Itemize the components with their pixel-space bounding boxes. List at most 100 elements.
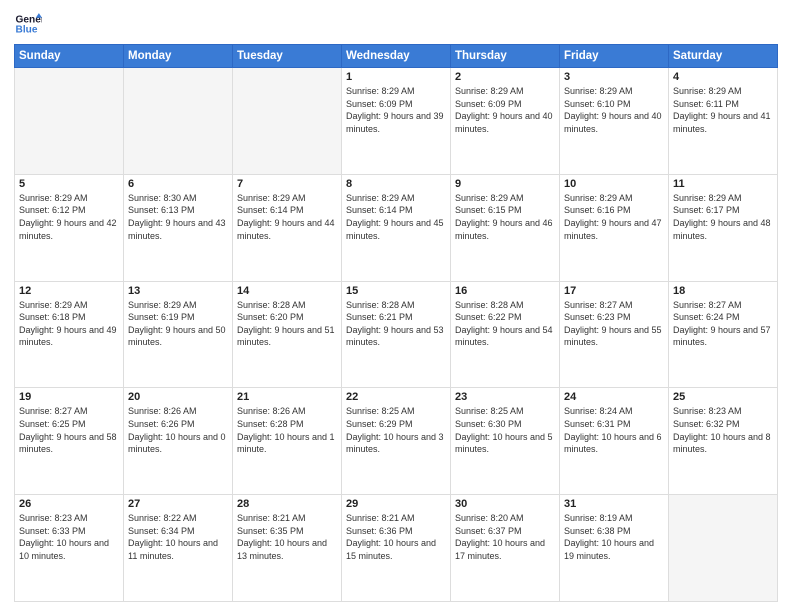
day-info: Sunrise: 8:28 AM Sunset: 6:22 PM Dayligh… [455,299,555,349]
week-row-5: 26 Sunrise: 8:23 AM Sunset: 6:33 PM Dayli… [15,495,778,602]
calendar-cell [124,68,233,175]
day-info: Sunrise: 8:29 AM Sunset: 6:14 PM Dayligh… [346,192,446,242]
day-number: 21 [237,391,337,403]
calendar-cell [669,495,778,602]
day-info: Sunrise: 8:29 AM Sunset: 6:19 PM Dayligh… [128,299,228,349]
calendar-cell: 11 Sunrise: 8:29 AM Sunset: 6:17 PM Dayli… [669,174,778,281]
day-number: 25 [673,391,773,403]
day-info: Sunrise: 8:20 AM Sunset: 6:37 PM Dayligh… [455,512,555,562]
day-number: 30 [455,498,555,510]
day-number: 3 [564,71,664,83]
day-info: Sunrise: 8:29 AM Sunset: 6:09 PM Dayligh… [346,85,446,135]
weekday-header-sunday: Sunday [15,45,124,68]
calendar-cell: 21 Sunrise: 8:26 AM Sunset: 6:28 PM Dayli… [233,388,342,495]
day-number: 23 [455,391,555,403]
calendar-cell: 14 Sunrise: 8:28 AM Sunset: 6:20 PM Dayli… [233,281,342,388]
calendar-cell: 7 Sunrise: 8:29 AM Sunset: 6:14 PM Daylig… [233,174,342,281]
day-number: 31 [564,498,664,510]
calendar-cell: 31 Sunrise: 8:19 AM Sunset: 6:38 PM Dayli… [560,495,669,602]
day-number: 19 [19,391,119,403]
day-info: Sunrise: 8:27 AM Sunset: 6:23 PM Dayligh… [564,299,664,349]
svg-text:Blue: Blue [16,25,38,36]
day-info: Sunrise: 8:19 AM Sunset: 6:38 PM Dayligh… [564,512,664,562]
calendar-cell: 23Sunrise: 8:25 AM Sunset: 6:30 PM Dayli… [451,388,560,495]
day-number: 1 [346,71,446,83]
calendar-cell: 22 Sunrise: 8:25 AM Sunset: 6:29 PM Dayli… [342,388,451,495]
day-info: Sunrise: 8:23 AM Sunset: 6:32 PM Dayligh… [673,405,773,455]
day-number: 5 [19,178,119,190]
day-info: Sunrise: 8:25 AM Sunset: 6:29 PM Dayligh… [346,405,446,455]
day-number: 29 [346,498,446,510]
day-info: Sunrise: 8:27 AM Sunset: 6:24 PM Dayligh… [673,299,773,349]
day-info: Sunrise: 8:26 AM Sunset: 6:28 PM Dayligh… [237,405,337,455]
weekday-header-row: SundayMondayTuesdayWednesdayThursdayFrid… [15,45,778,68]
day-info: Sunrise: 8:24 AM Sunset: 6:31 PM Dayligh… [564,405,664,455]
calendar-cell: 5 Sunrise: 8:29 AM Sunset: 6:12 PM Daylig… [15,174,124,281]
weekday-header-tuesday: Tuesday [233,45,342,68]
calendar-cell: 19Sunrise: 8:27 AM Sunset: 6:25 PM Dayli… [15,388,124,495]
week-row-4: 19Sunrise: 8:27 AM Sunset: 6:25 PM Dayli… [15,388,778,495]
day-info: Sunrise: 8:28 AM Sunset: 6:20 PM Dayligh… [237,299,337,349]
calendar-cell: 12Sunrise: 8:29 AM Sunset: 6:18 PM Dayli… [15,281,124,388]
day-info: Sunrise: 8:29 AM Sunset: 6:09 PM Dayligh… [455,85,555,135]
calendar-cell: 26 Sunrise: 8:23 AM Sunset: 6:33 PM Dayli… [15,495,124,602]
calendar-cell: 8 Sunrise: 8:29 AM Sunset: 6:14 PM Daylig… [342,174,451,281]
calendar-cell [15,68,124,175]
logo: General Blue [14,10,42,38]
day-number: 14 [237,285,337,297]
day-number: 4 [673,71,773,83]
day-number: 20 [128,391,228,403]
weekday-header-friday: Friday [560,45,669,68]
day-number: 6 [128,178,228,190]
calendar-cell: 25 Sunrise: 8:23 AM Sunset: 6:32 PM Dayli… [669,388,778,495]
day-info: Sunrise: 8:29 AM Sunset: 6:11 PM Dayligh… [673,85,773,135]
calendar-cell: 6 Sunrise: 8:30 AM Sunset: 6:13 PM Daylig… [124,174,233,281]
day-info: Sunrise: 8:23 AM Sunset: 6:33 PM Dayligh… [19,512,119,562]
calendar-cell: 13 Sunrise: 8:29 AM Sunset: 6:19 PM Dayli… [124,281,233,388]
day-number: 15 [346,285,446,297]
day-number: 16 [455,285,555,297]
day-number: 10 [564,178,664,190]
calendar-cell: 4 Sunrise: 8:29 AM Sunset: 6:11 PM Daylig… [669,68,778,175]
day-info: Sunrise: 8:30 AM Sunset: 6:13 PM Dayligh… [128,192,228,242]
day-info: Sunrise: 8:29 AM Sunset: 6:14 PM Dayligh… [237,192,337,242]
day-info: Sunrise: 8:22 AM Sunset: 6:34 PM Dayligh… [128,512,228,562]
day-info: Sunrise: 8:29 AM Sunset: 6:12 PM Dayligh… [19,192,119,242]
logo-icon: General Blue [14,10,42,38]
day-info: Sunrise: 8:26 AM Sunset: 6:26 PM Dayligh… [128,405,228,455]
calendar-cell: 27Sunrise: 8:22 AM Sunset: 6:34 PM Dayli… [124,495,233,602]
day-number: 18 [673,285,773,297]
day-info: Sunrise: 8:21 AM Sunset: 6:36 PM Dayligh… [346,512,446,562]
day-info: Sunrise: 8:29 AM Sunset: 6:10 PM Dayligh… [564,85,664,135]
day-number: 7 [237,178,337,190]
day-number: 2 [455,71,555,83]
calendar-cell: 29 Sunrise: 8:21 AM Sunset: 6:36 PM Dayli… [342,495,451,602]
day-number: 26 [19,498,119,510]
calendar-cell [233,68,342,175]
day-number: 22 [346,391,446,403]
calendar-cell: 18 Sunrise: 8:27 AM Sunset: 6:24 PM Dayli… [669,281,778,388]
calendar-table: SundayMondayTuesdayWednesdayThursdayFrid… [14,44,778,602]
week-row-3: 12Sunrise: 8:29 AM Sunset: 6:18 PM Dayli… [15,281,778,388]
day-info: Sunrise: 8:29 AM Sunset: 6:18 PM Dayligh… [19,299,119,349]
day-number: 17 [564,285,664,297]
day-info: Sunrise: 8:29 AM Sunset: 6:17 PM Dayligh… [673,192,773,242]
calendar-cell: 20 Sunrise: 8:26 AM Sunset: 6:26 PM Dayli… [124,388,233,495]
day-number: 9 [455,178,555,190]
week-row-1: 1 Sunrise: 8:29 AM Sunset: 6:09 PM Daylig… [15,68,778,175]
calendar-cell: 30 Sunrise: 8:20 AM Sunset: 6:37 PM Dayli… [451,495,560,602]
calendar-cell: 28Sunrise: 8:21 AM Sunset: 6:35 PM Dayli… [233,495,342,602]
day-number: 11 [673,178,773,190]
day-number: 13 [128,285,228,297]
weekday-header-wednesday: Wednesday [342,45,451,68]
weekday-header-saturday: Saturday [669,45,778,68]
week-row-2: 5 Sunrise: 8:29 AM Sunset: 6:12 PM Daylig… [15,174,778,281]
day-number: 28 [237,498,337,510]
calendar-cell: 10Sunrise: 8:29 AM Sunset: 6:16 PM Dayli… [560,174,669,281]
day-number: 8 [346,178,446,190]
header: General Blue [14,10,778,38]
weekday-header-thursday: Thursday [451,45,560,68]
day-number: 24 [564,391,664,403]
calendar-cell: 15Sunrise: 8:28 AM Sunset: 6:21 PM Dayli… [342,281,451,388]
calendar-cell: 9Sunrise: 8:29 AM Sunset: 6:15 PM Daylig… [451,174,560,281]
